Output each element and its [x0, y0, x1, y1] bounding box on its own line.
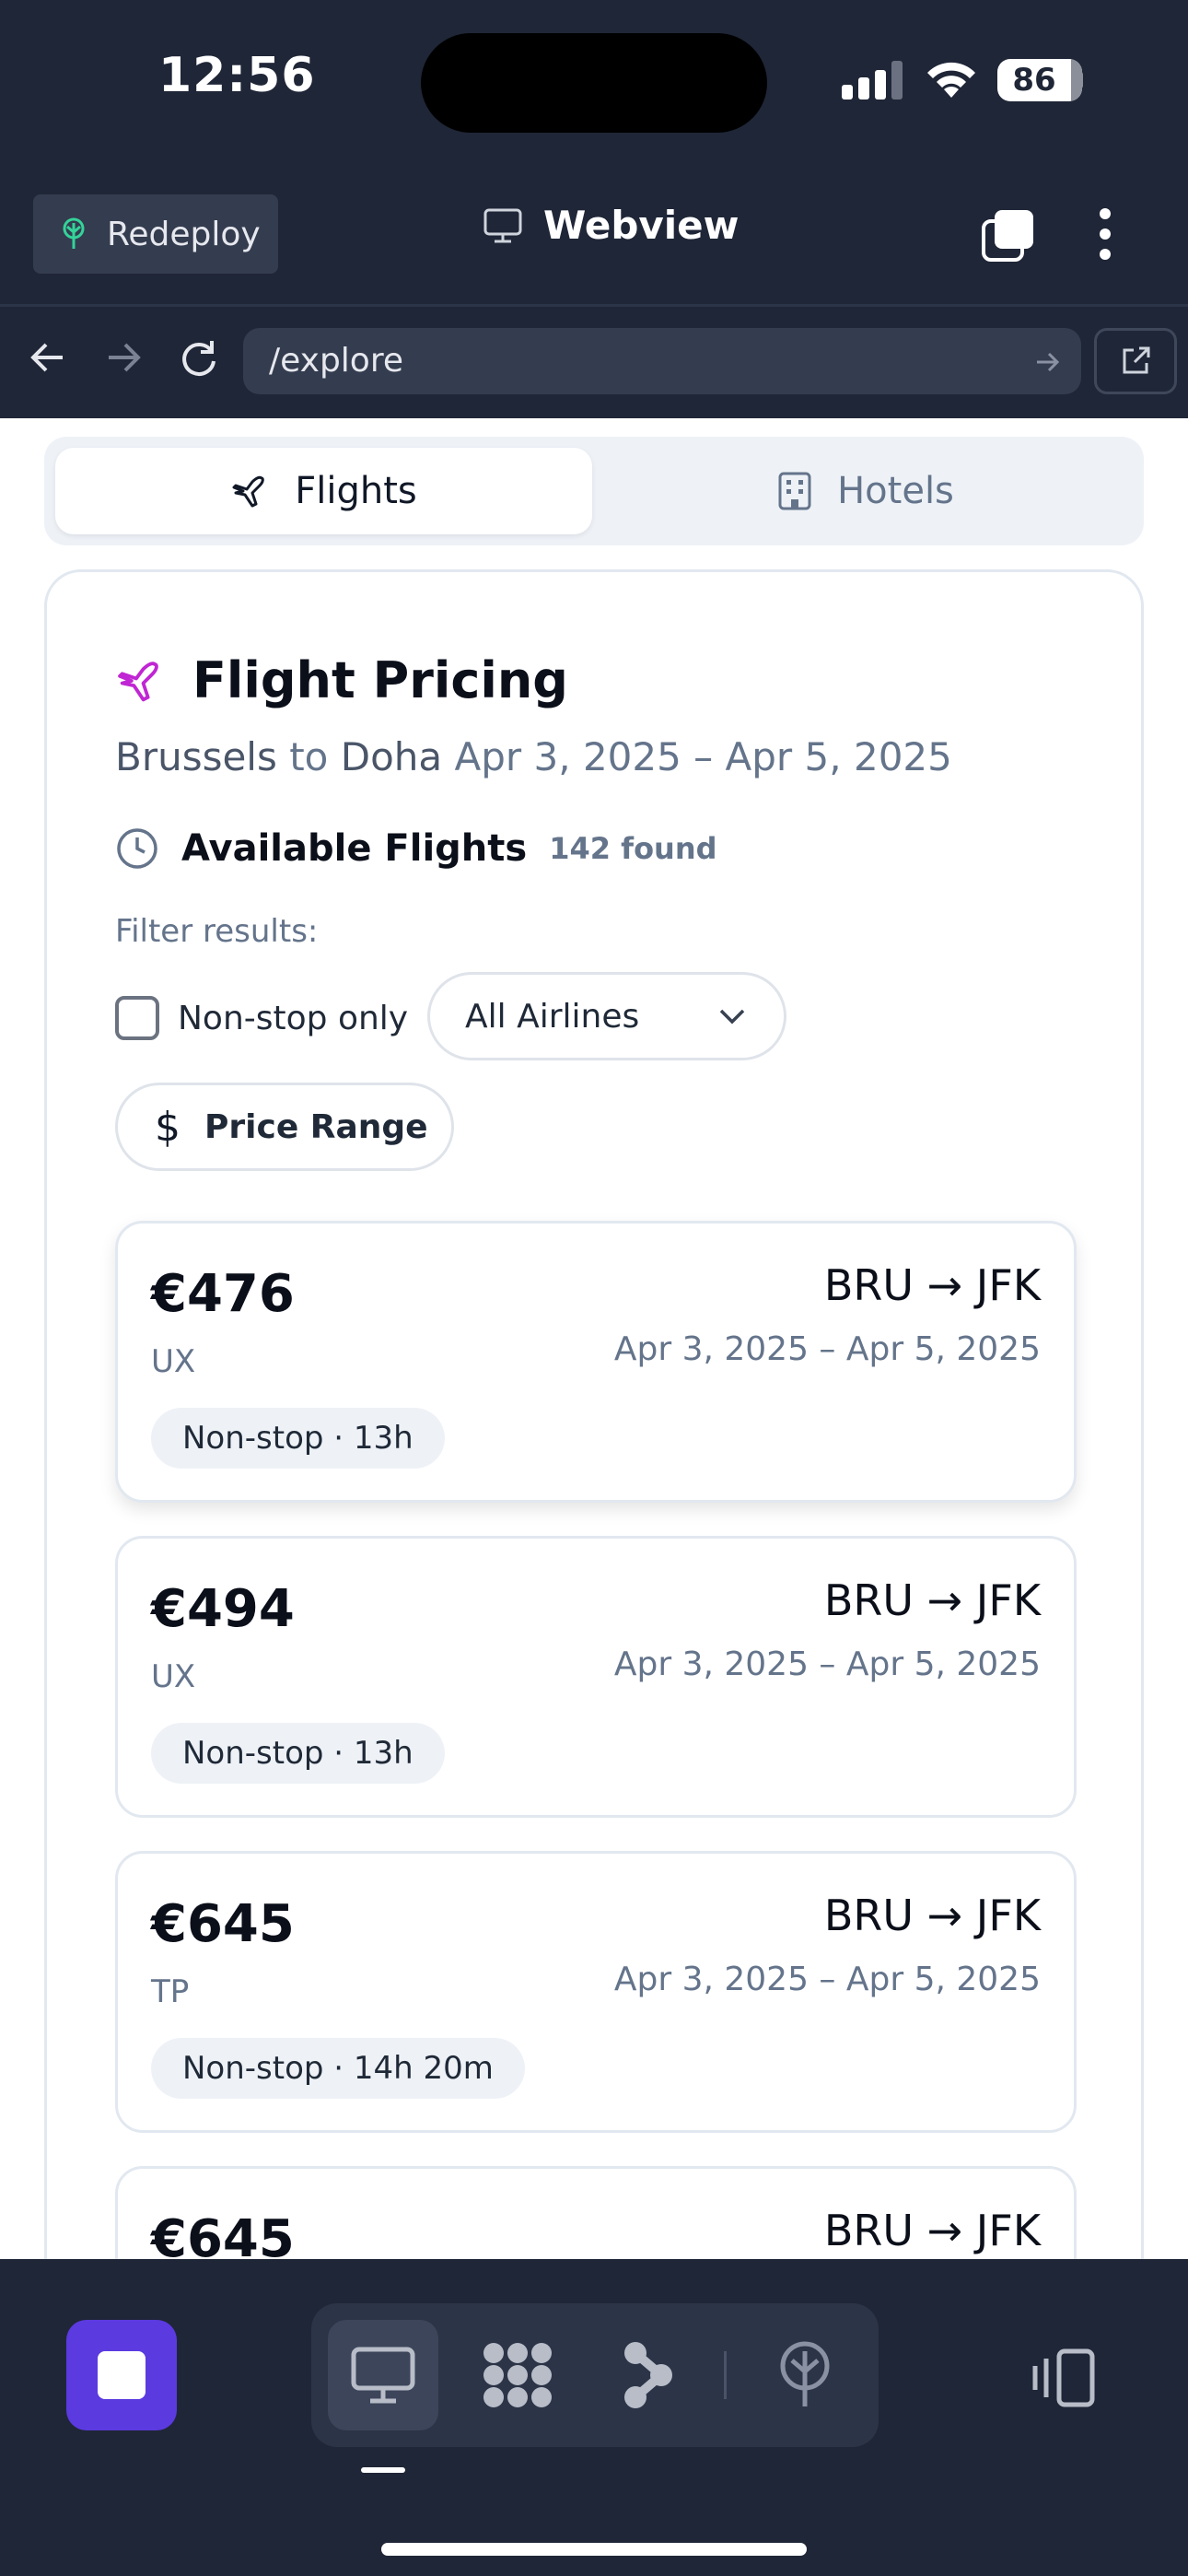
reload-icon[interactable] — [175, 334, 223, 381]
stop-icon — [98, 2351, 146, 2399]
price-range-button[interactable]: $ Price Range — [115, 1083, 454, 1171]
status-time: 12:56 — [158, 48, 316, 103]
cellular-signal-icon — [842, 61, 903, 100]
flight-result-card[interactable]: €494 UX Non-stop · 13h BRU → JFK Apr 3, … — [115, 1536, 1077, 1818]
toolbar-divider — [0, 304, 1188, 307]
url-input[interactable]: /explore — [243, 328, 1081, 394]
more-options-icon[interactable] — [1094, 208, 1116, 267]
flight-pricing-card: Flight Pricing Brussels to Doha Apr 3, 2… — [44, 569, 1144, 2259]
flight-dates: Apr 3, 2025 – Apr 5, 2025 — [613, 1961, 1041, 1998]
dock-flow-button[interactable] — [593, 2320, 704, 2430]
devices-icon[interactable] — [1031, 2348, 1096, 2408]
flight-price: €476 — [151, 1264, 295, 1324]
destination-city: Doha — [340, 734, 443, 779]
trip-dates: Apr 3, 2025 – Apr 5, 2025 — [454, 734, 952, 779]
battery-tip — [1077, 71, 1083, 89]
flight-dates: Apr 3, 2025 – Apr 5, 2025 — [613, 1645, 1041, 1683]
plane-accent-icon — [118, 661, 158, 701]
dock-separator — [724, 2351, 727, 2399]
flight-route: BRU → JFK — [823, 1260, 1041, 1310]
bottom-dock — [0, 2259, 1188, 2576]
battery-icon: 86 — [997, 59, 1082, 101]
flight-route: BRU → JFK — [823, 2206, 1041, 2255]
flight-duration-badge: Non-stop · 13h — [151, 1408, 445, 1469]
available-flights-title: Available Flights — [181, 827, 528, 870]
flight-dates: Apr 3, 2025 – Apr 5, 2025 — [613, 1330, 1041, 1368]
airlines-select[interactable]: All Airlines — [427, 972, 786, 1060]
dock-apps-button[interactable] — [462, 2320, 573, 2430]
price-range-label: Price Range — [204, 1107, 428, 1146]
filter-label: Filter results: — [115, 913, 319, 950]
web-content: Flights Hotels Flight Pricing Brussels t… — [0, 418, 1188, 2259]
dock-deploy-button[interactable] — [750, 2320, 860, 2430]
flight-duration-badge: Non-stop · 13h — [151, 1723, 445, 1784]
wifi-icon — [927, 62, 975, 98]
back-arrow-icon[interactable] — [24, 334, 72, 381]
tab-flights-label: Flights — [295, 470, 417, 512]
flight-result-card[interactable]: €645 TP Non-stop · 14h 20m BRU → JFK Apr… — [115, 1851, 1077, 2133]
battery-level: 86 — [1012, 62, 1056, 99]
flight-route: BRU → JFK — [823, 1575, 1041, 1625]
airlines-select-value: All Airlines — [465, 997, 640, 1036]
external-link-icon — [1123, 346, 1150, 374]
flight-result-card[interactable]: €645 BRU → JFK — [115, 2166, 1077, 2259]
forward-arrow-icon[interactable] — [99, 334, 147, 381]
redeploy-label: Redeploy — [107, 215, 261, 253]
active-indicator — [361, 2467, 405, 2473]
route-summary: Brussels to Doha Apr 3, 2025 – Apr 5, 20… — [115, 734, 952, 779]
mode-switch: Flights Hotels — [44, 437, 1144, 545]
building-icon — [778, 472, 811, 510]
dynamic-island — [421, 33, 767, 133]
tab-flights[interactable]: Flights — [55, 448, 592, 534]
dollar-icon: $ — [155, 1103, 181, 1151]
branch-icon — [624, 2342, 672, 2408]
app-toolbar: Redeploy Webview — [0, 175, 1188, 304]
go-arrow-icon[interactable] — [1033, 348, 1061, 376]
stop-button[interactable] — [66, 2320, 177, 2430]
dock-tools — [311, 2303, 879, 2447]
monitor-icon — [483, 208, 522, 242]
redeploy-button[interactable]: Redeploy — [33, 194, 278, 274]
flight-duration-badge: Non-stop · 14h 20m — [151, 2038, 525, 2099]
flight-price: €645 — [151, 2209, 295, 2259]
origin-city: Brussels — [115, 734, 277, 779]
flight-result-card[interactable]: €476 UX Non-stop · 13h BRU → JFK Apr 3, … — [115, 1221, 1077, 1503]
flight-price: €645 — [151, 1894, 295, 1954]
flight-airline: UX — [151, 1658, 196, 1695]
flight-price: €494 — [151, 1579, 295, 1639]
results-count: 142 found — [549, 831, 717, 866]
open-external-button[interactable] — [1094, 328, 1177, 394]
route-connector: to — [289, 734, 329, 779]
tree-icon — [63, 217, 85, 249]
plane-icon — [232, 475, 265, 508]
flight-airline: UX — [151, 1343, 196, 1380]
available-flights-header: Available Flights 142 found — [115, 826, 717, 871]
webview-title: Webview — [483, 203, 739, 248]
nonstop-checkbox[interactable] — [115, 996, 159, 1040]
tab-hotels-label: Hotels — [837, 470, 954, 512]
nonstop-filter[interactable]: Non-stop only — [115, 996, 408, 1040]
home-indicator — [381, 2543, 807, 2556]
tabs-icon[interactable] — [980, 208, 1035, 263]
page-title: Flight Pricing — [192, 651, 568, 709]
phone-screen: 12:56 86 Redeploy Webview /explore Fligh… — [0, 0, 1188, 2576]
webview-label: Webview — [543, 203, 740, 248]
grid-icon — [483, 2343, 552, 2407]
url-text: /explore — [269, 342, 403, 380]
monitor-icon — [351, 2347, 415, 2404]
clock-icon — [117, 828, 157, 869]
dock-webview-button[interactable] — [328, 2320, 438, 2430]
flight-route: BRU → JFK — [823, 1891, 1041, 1940]
nonstop-label: Non-stop only — [178, 999, 409, 1037]
tab-hotels[interactable]: Hotels — [597, 448, 1134, 534]
chevron-down-icon — [719, 1009, 745, 1025]
status-bar: 12:56 86 — [0, 0, 1188, 166]
url-bar: /explore — [0, 313, 1188, 405]
tree-icon — [780, 2341, 830, 2406]
flight-airline: TP — [151, 1973, 190, 2010]
card-header: Flight Pricing — [115, 651, 568, 709]
